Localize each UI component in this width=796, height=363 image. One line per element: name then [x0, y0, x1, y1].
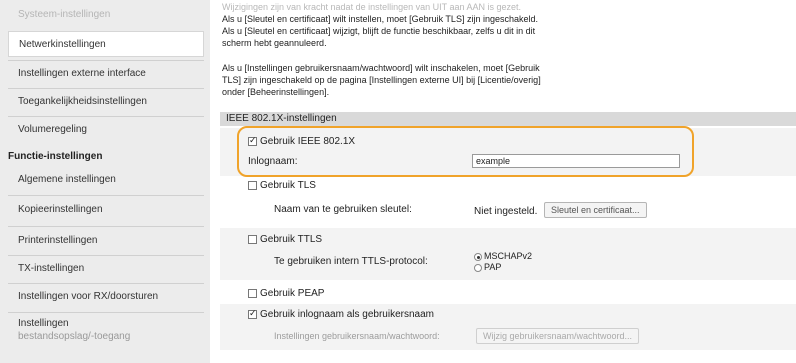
- note-line: Als u [Sleutel en certificaat] wijzigt, …: [222, 26, 536, 36]
- sidebar: Systeem-instellingen Netwerkinstellingen…: [0, 0, 210, 363]
- sidebar-item-volume[interactable]: Volumeregeling: [8, 117, 204, 143]
- sidebar-item-copy[interactable]: Kopieerinstellingen: [8, 197, 204, 223]
- note-line: Wijzigingen zijn van kracht nadat de ins…: [222, 2, 521, 12]
- sidebar-item-printer[interactable]: Printerinstellingen: [8, 228, 204, 254]
- ttls-protocol-label: Te gebruiken intern TTLS-protocol:: [274, 256, 428, 267]
- use-login-as-username-checkbox[interactable]: [248, 308, 257, 319]
- key-name-value: Niet ingesteld.: [474, 206, 538, 217]
- note-line: onder [Beheerinstellingen].: [222, 87, 330, 97]
- sidebar-divider: [8, 226, 204, 227]
- use-peap-checkbox[interactable]: [248, 289, 257, 298]
- radio-mschapv2-label: MSCHAPv2: [484, 251, 533, 261]
- sidebar-item-label: Volumeregeling: [18, 124, 87, 135]
- section-header-ieee8021x: IEEE 802.1X-instellingen: [220, 112, 796, 126]
- note-line: Als u [Sleutel en certificaat] wilt inst…: [222, 14, 538, 24]
- sidebar-item-label: TX-instellingen: [18, 263, 85, 274]
- sidebar-item-rx-forwarding[interactable]: Instellingen voor RX/doorsturen: [8, 284, 204, 310]
- use-ttls-label: Gebruik TTLS: [260, 234, 323, 245]
- sidebar-item-general[interactable]: Algemene instellingen: [8, 167, 204, 193]
- use-ttls-checkbox[interactable]: [248, 235, 257, 244]
- use-tls-label: Gebruik TLS: [260, 180, 316, 191]
- radio-pap[interactable]: [474, 264, 482, 272]
- main-content: Wijzigingen zijn van kracht nadat de ins…: [210, 0, 796, 363]
- sidebar-divider: [8, 195, 204, 196]
- sidebar-item-label: Algemene instellingen: [18, 174, 116, 185]
- sidebar-item-file-storage[interactable]: Instellingen bestandsopslag/-toegang: [8, 313, 204, 343]
- key-name-label: Naam van te gebruiken sleutel:: [274, 204, 412, 215]
- use-login-as-username-label: Gebruik inlognaam als gebruikersnaam: [260, 309, 434, 320]
- sidebar-item-tx[interactable]: TX-instellingen: [8, 256, 204, 282]
- note-line: Als u [Instellingen gebruikersnaam/wacht…: [222, 63, 540, 73]
- sidebar-item-label: Printerinstellingen: [18, 235, 98, 246]
- note-line: TLS] zijn ingeschakeld op de pagina [Ins…: [222, 75, 541, 85]
- note-line: scherm hebt geannuleerd.: [222, 38, 327, 48]
- radio-mschapv2[interactable]: [474, 253, 482, 261]
- sidebar-item-network-settings[interactable]: Netwerkinstellingen: [8, 31, 204, 57]
- sidebar-item-label: Instellingen voor RX/doorsturen: [18, 291, 159, 302]
- sidebar-item-label: Instellingen: [18, 318, 69, 329]
- use-tls-checkbox[interactable]: [248, 181, 257, 190]
- sidebar-item-label: Systeem-instellingen: [18, 9, 111, 20]
- sidebar-item-label: Instellingen externe interface: [18, 68, 146, 79]
- sidebar-item-label: Kopieerinstellingen: [18, 204, 103, 215]
- sidebar-item-accessibility[interactable]: Toegankelijkheidsinstellingen: [8, 89, 204, 115]
- sidebar-item-system-settings[interactable]: Systeem-instellingen: [8, 2, 204, 28]
- sidebar-item-label: Toegankelijkheidsinstellingen: [18, 96, 147, 107]
- sidebar-item-label: Netwerkinstellingen: [19, 39, 106, 50]
- highlight-frame: [237, 126, 694, 177]
- sidebar-section-function-settings: Functie-instellingen: [8, 151, 103, 162]
- sidebar-item-label: bestandsopslag/-toegang: [18, 331, 131, 342]
- credentials-label: Instellingen gebruikersnaam/wachtwoord:: [274, 331, 440, 341]
- use-peap-label: Gebruik PEAP: [260, 288, 325, 299]
- change-credentials-button[interactable]: Wijzig gebruikersnaam/wachtwoord...: [476, 328, 640, 344]
- radio-pap-label: PAP: [484, 262, 502, 272]
- key-certificate-button[interactable]: Sleutel en certificaat...: [544, 202, 647, 218]
- sidebar-item-external-interface[interactable]: Instellingen externe interface: [8, 61, 204, 87]
